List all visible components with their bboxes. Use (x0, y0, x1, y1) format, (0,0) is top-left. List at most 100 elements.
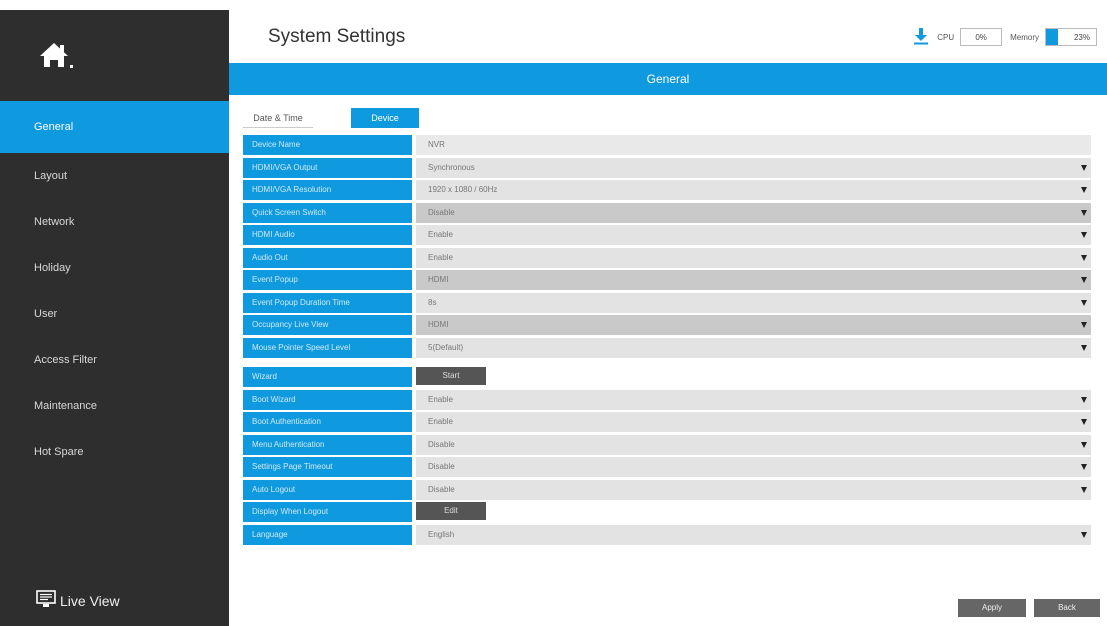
memory-label: Memory (1010, 32, 1039, 42)
sidebar-item-general[interactable]: General (0, 101, 229, 153)
form-row: Device Name NVR (243, 135, 1098, 155)
monitor-icon (36, 590, 60, 611)
display-when-logout-label: Display When Logout (243, 502, 412, 522)
sidebar-item-layout[interactable]: Layout (0, 153, 229, 199)
dropdown-arrow-icon (1081, 486, 1087, 493)
form-row: Boot Authentication Enable (243, 412, 1098, 432)
form-row: Audio Out Enable (243, 247, 1098, 268)
event-popup-label: Event Popup (243, 270, 412, 290)
boot-authentication-label: Boot Authentication (243, 412, 412, 432)
tab-date-time[interactable]: Date & Time (243, 108, 313, 128)
settings-page-timeout-select[interactable]: Disable (416, 457, 1091, 477)
settings-page-timeout-label: Settings Page Timeout (243, 457, 412, 477)
hdmi-vga-output-label: HDMI/VGA Output (243, 157, 412, 178)
language-label: Language (243, 524, 412, 545)
home-icon[interactable] (36, 36, 76, 76)
boot-authentication-select[interactable]: Enable (416, 412, 1091, 432)
sidebar-item-hot-spare[interactable]: Hot Spare (0, 429, 229, 475)
mouse-pointer-speed-select[interactable]: 5(Default) (416, 337, 1091, 358)
dropdown-arrow-icon (1081, 396, 1087, 403)
quick-screen-switch-label: Quick Screen Switch (243, 202, 412, 223)
hdmi-audio-label: HDMI Audio (243, 225, 412, 245)
dropdown-arrow-icon (1081, 232, 1087, 238)
download-icon[interactable] (913, 27, 929, 47)
dropdown-arrow-icon (1081, 419, 1087, 425)
form-row: Settings Page Timeout Disable (243, 457, 1098, 477)
back-button[interactable]: Back (1034, 599, 1100, 617)
dropdown-arrow-icon (1081, 322, 1087, 328)
hdmi-audio-select[interactable]: Enable (416, 225, 1091, 245)
language-select[interactable]: English (416, 524, 1091, 545)
form-row: Wizard Start (243, 367, 1098, 387)
cpu-meter: 0% (960, 28, 1003, 46)
device-settings-form: Device Name NVR HDMI/VGA Output Synchron… (243, 135, 1098, 547)
quick-screen-switch-select[interactable]: Disable (416, 202, 1091, 223)
memory-meter: 23% (1045, 28, 1097, 46)
form-row: Language English (243, 524, 1098, 545)
form-row: Occupancy Live View HDMI (243, 315, 1098, 335)
dropdown-arrow-icon (1081, 441, 1087, 448)
sidebar: General Layout Network Holiday User Acce… (0, 10, 229, 626)
boot-wizard-select[interactable]: Enable (416, 389, 1091, 410)
occupancy-live-view-label: Occupancy Live View (243, 315, 412, 335)
dropdown-arrow-icon (1081, 464, 1087, 470)
form-row: Mouse Pointer Speed Level 5(Default) (243, 337, 1098, 358)
form-row: Display When Logout Edit (243, 502, 1098, 522)
sidebar-item-holiday[interactable]: Holiday (0, 245, 229, 291)
memory-fill (1046, 29, 1058, 45)
wizard-start-button[interactable]: Start (416, 367, 486, 385)
status-area: CPU 0% Memory 23% (913, 27, 1097, 47)
device-name-label: Device Name (243, 135, 412, 155)
page-title: System Settings (268, 26, 406, 47)
form-row: Auto Logout Disable (243, 479, 1098, 500)
tab-device[interactable]: Device (351, 108, 419, 128)
event-popup-select[interactable]: HDMI (416, 270, 1091, 290)
sidebar-item-user[interactable]: User (0, 291, 229, 337)
sidebar-item-network[interactable]: Network (0, 199, 229, 245)
tab-bar: Date & Time Device (243, 108, 419, 128)
dropdown-arrow-icon (1081, 277, 1087, 283)
dropdown-arrow-icon (1081, 209, 1087, 216)
form-row: Quick Screen Switch Disable (243, 202, 1098, 223)
form-spacer (243, 360, 1098, 367)
event-popup-duration-label: Event Popup Duration Time (243, 292, 412, 313)
dropdown-arrow-icon (1081, 187, 1087, 193)
dropdown-arrow-icon (1081, 254, 1087, 261)
mouse-pointer-speed-label: Mouse Pointer Speed Level (243, 337, 412, 358)
form-row: HDMI Audio Enable (243, 225, 1098, 245)
menu-authentication-label: Menu Authentication (243, 434, 412, 455)
cpu-value: 0% (975, 32, 987, 42)
form-row: Event Popup Duration Time 8s (243, 292, 1098, 313)
apply-button[interactable]: Apply (958, 599, 1026, 617)
hdmi-vga-resolution-select[interactable]: 1920 x 1080 / 60Hz (416, 180, 1091, 200)
form-row: Menu Authentication Disable (243, 434, 1098, 455)
section-title-bar: General (229, 63, 1107, 95)
event-popup-duration-select[interactable]: 8s (416, 292, 1091, 313)
auto-logout-label: Auto Logout (243, 479, 412, 500)
dropdown-arrow-icon (1081, 344, 1087, 351)
auto-logout-select[interactable]: Disable (416, 479, 1091, 500)
occupancy-live-view-select[interactable]: HDMI (416, 315, 1091, 335)
display-when-logout-edit-button[interactable]: Edit (416, 502, 486, 520)
side-nav: General Layout Network Holiday User Acce… (0, 101, 229, 475)
form-row: Boot Wizard Enable (243, 389, 1098, 410)
live-view-label: Live View (60, 592, 120, 609)
wizard-label: Wizard (243, 367, 412, 387)
live-view-button[interactable]: Live View (36, 590, 120, 611)
sidebar-item-maintenance[interactable]: Maintenance (0, 383, 229, 429)
memory-value: 23% (1073, 32, 1090, 42)
sidebar-item-access-filter[interactable]: Access Filter (0, 337, 229, 383)
hdmi-vga-resolution-label: HDMI/VGA Resolution (243, 180, 412, 200)
audio-out-select[interactable]: Enable (416, 247, 1091, 268)
dropdown-arrow-icon (1081, 164, 1087, 171)
audio-out-label: Audio Out (243, 247, 412, 268)
hdmi-vga-output-select[interactable]: Synchronous (416, 157, 1091, 178)
cpu-label: CPU (937, 32, 955, 42)
device-name-field[interactable]: NVR (416, 135, 1091, 155)
boot-wizard-label: Boot Wizard (243, 389, 412, 410)
tab-spacer (313, 108, 351, 128)
form-row: HDMI/VGA Resolution 1920 x 1080 / 60Hz (243, 180, 1098, 200)
form-row: HDMI/VGA Output Synchronous (243, 157, 1098, 178)
form-row: Event Popup HDMI (243, 270, 1098, 290)
menu-authentication-select[interactable]: Disable (416, 434, 1091, 455)
